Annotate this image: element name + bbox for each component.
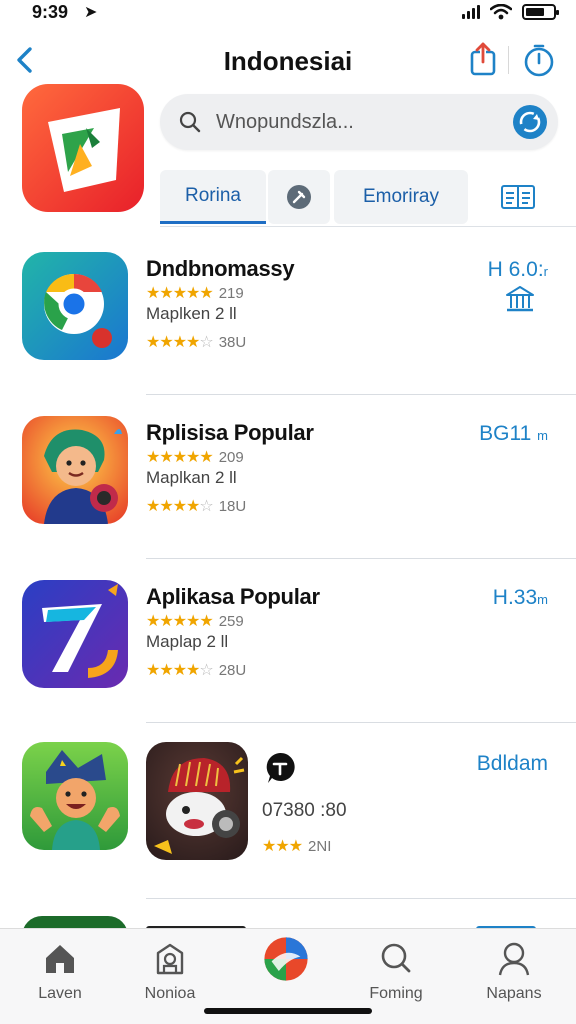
price-button[interactable]: H 6.0:r xyxy=(488,258,548,282)
price-button[interactable]: H.33m xyxy=(493,586,548,610)
price-button[interactable]: BG11 m xyxy=(479,422,548,446)
status-icons xyxy=(462,4,559,20)
tabbar-label: Napans xyxy=(486,985,542,1002)
refresh-icon[interactable] xyxy=(512,104,548,140)
row-divider xyxy=(146,722,576,723)
rating: ★★★ 2NI xyxy=(262,836,331,856)
rating-star-empty: ☆ xyxy=(199,334,213,351)
app-title: Aplikasa Popular xyxy=(146,584,320,609)
status-bar: 9:39 ➤ xyxy=(0,0,576,28)
tabbar-label: Laven xyxy=(38,985,82,1002)
pin-icon xyxy=(287,185,311,209)
tabbar-item-nonioa[interactable]: Nonioa xyxy=(120,939,220,1003)
price-unit: m xyxy=(537,592,548,607)
wifi-icon xyxy=(490,4,512,20)
app-title: Rplisisa Popular xyxy=(146,420,314,445)
search-bar[interactable] xyxy=(160,94,558,150)
timer-icon[interactable] xyxy=(522,42,556,78)
share-icon[interactable] xyxy=(466,40,500,78)
price-value: H 6.0: xyxy=(487,258,544,281)
header: Indonesiai xyxy=(0,36,576,84)
tab-emoriray[interactable]: Emoriray xyxy=(334,170,468,224)
featured-app-icon[interactable] xyxy=(22,84,144,212)
home-icon xyxy=(46,945,74,973)
rating-bottom: ★★★★☆ 28U xyxy=(146,660,246,680)
price-unit: m xyxy=(537,428,548,443)
app-title: Dndbnomassy xyxy=(146,256,295,281)
rating-bottom: ★★★★☆ 18U xyxy=(146,496,246,516)
status-time: 9:39 xyxy=(32,2,69,22)
price-value: BG11 xyxy=(479,422,532,445)
row-divider xyxy=(146,558,576,559)
app-subtitle: Maplkan 2 ll xyxy=(146,468,237,487)
row-divider xyxy=(146,394,576,395)
chat-badge-icon[interactable] xyxy=(262,750,298,786)
box-icon xyxy=(156,943,184,975)
character-app-icon xyxy=(22,416,128,524)
battery-icon xyxy=(522,4,559,20)
cellular-signal-icon xyxy=(462,5,480,19)
tabbar-item-napans[interactable]: Napans xyxy=(464,939,564,1003)
rating-count: 219 xyxy=(218,284,244,302)
rating-stars: ★★★★ xyxy=(146,662,200,679)
chrome-app-icon xyxy=(22,252,128,360)
location-arrow-icon: ➤ xyxy=(84,4,98,21)
rating-star-empty: ☆ xyxy=(199,662,213,679)
rating-stars: ★★★ xyxy=(262,838,303,855)
rating-stars: ★★★★★ xyxy=(146,613,214,630)
number-seven-app-icon xyxy=(22,580,128,688)
rating-count: 38U xyxy=(218,333,247,351)
tabbar-item-center[interactable] xyxy=(236,937,336,989)
grid-icon xyxy=(501,185,535,209)
tabbar-label: Foming xyxy=(369,985,423,1002)
rating-count: 259 xyxy=(218,612,244,630)
app-subtitle: Maplken 2 ll xyxy=(146,304,237,323)
tabs-divider xyxy=(160,226,576,227)
rating-top: ★★★★★ 259 xyxy=(146,611,244,631)
tabbar-item-laven[interactable]: Laven xyxy=(10,939,110,1003)
home-indicator xyxy=(204,1008,372,1014)
rating-top: ★★★★★ 209 xyxy=(146,447,244,467)
rating-stars: ★★★★ xyxy=(146,334,200,351)
tabbar-label: Nonioa xyxy=(144,985,196,1002)
rating-stars: ★★★★★ xyxy=(146,285,214,302)
rating-top: ★★★★★ 219 xyxy=(146,283,244,303)
tabbar-item-foming[interactable]: Foming xyxy=(346,939,446,1003)
rating-count: 209 xyxy=(218,448,244,466)
list-item[interactable]: Rplisisa Popular ★★★★★ 209 Maplkan 2 ll … xyxy=(0,404,576,568)
header-divider xyxy=(508,46,509,74)
category-tabs: Rorina Emoriray xyxy=(160,170,570,226)
search-icon xyxy=(381,943,411,973)
rating-star-empty: ☆ xyxy=(199,498,213,515)
rating-count: 18U xyxy=(218,497,247,515)
app-store-logo-icon xyxy=(264,937,308,981)
list-item[interactable]: Aplikasa Popular ★★★★★ 259 Maplap 2 ll ★… xyxy=(0,568,576,732)
search-input[interactable] xyxy=(216,108,496,136)
list-item[interactable]: Dndbnomassy ★★★★★ 219 Maplken 2 ll ★★★★☆… xyxy=(0,240,576,404)
robot-app-icon xyxy=(146,742,248,860)
search-icon xyxy=(179,111,201,133)
price-unit: r xyxy=(543,264,548,279)
rating-bottom: ★★★★☆ 38U xyxy=(146,332,246,352)
app-subtitle: Maplap 2 ll xyxy=(146,632,229,651)
tab-rorina[interactable]: Rorina xyxy=(160,170,266,224)
price-value: H.33 xyxy=(492,586,538,609)
row-divider xyxy=(146,898,576,899)
tab-grid[interactable] xyxy=(478,170,558,224)
app-value: 07380 :80 xyxy=(262,800,347,821)
rating-count: 2NI xyxy=(308,837,332,855)
list-item[interactable]: 07380 :80 ★★★ 2NI Bdldam xyxy=(0,732,576,896)
rating-stars: ★★★★★ xyxy=(146,449,214,466)
rating-count: 28U xyxy=(218,661,247,679)
bank-icon[interactable] xyxy=(504,284,536,314)
cartoon-boy-app-icon xyxy=(22,742,128,850)
price-button[interactable]: Bdldam xyxy=(477,752,548,776)
rating-stars: ★★★★ xyxy=(146,498,200,515)
person-icon xyxy=(498,942,530,976)
tab-pin[interactable] xyxy=(268,170,330,224)
